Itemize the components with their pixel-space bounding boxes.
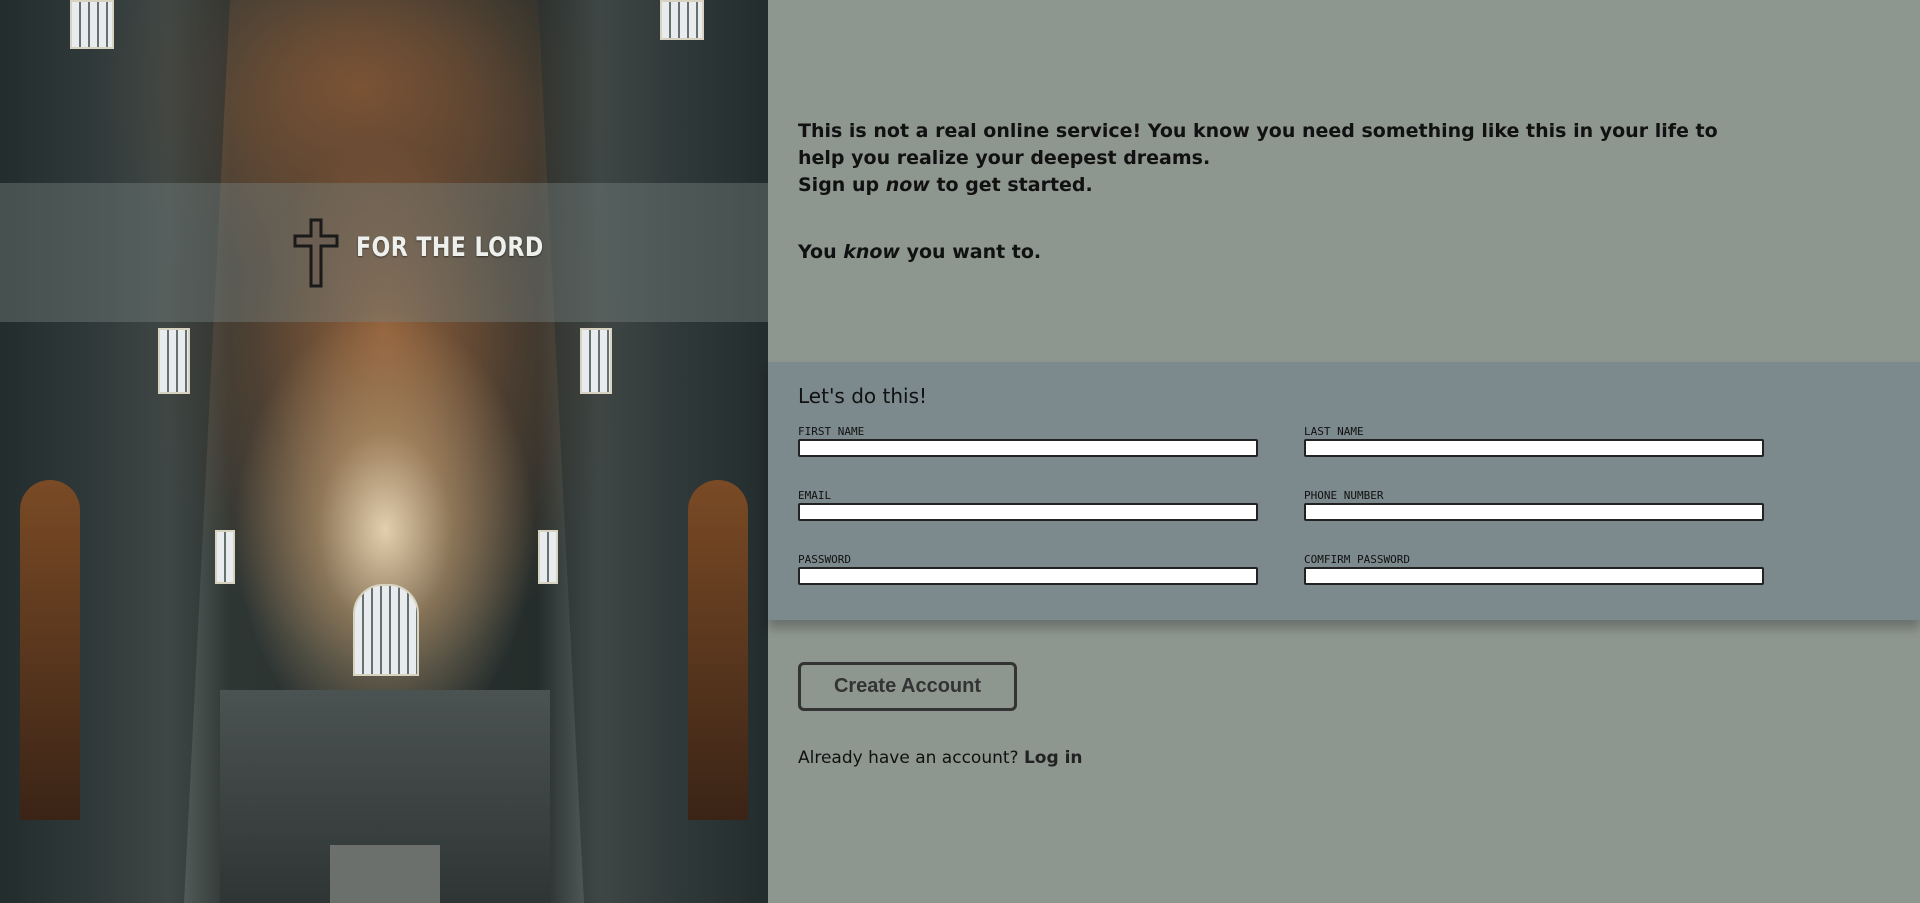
signup-line: Sign up now to get started.	[798, 172, 1758, 199]
first-name-input[interactable]	[798, 439, 1258, 457]
signup-form: Let's do this! FIRST NAME LAST NAME EMAI…	[768, 362, 1920, 620]
confirm-password-label: COMFIRM PASSWORD	[1304, 553, 1410, 566]
last-name-input[interactable]	[1304, 439, 1764, 457]
login-prompt-text: Already have an account?	[798, 748, 1024, 768]
know-emphasis: know	[843, 241, 900, 263]
know-suffix: you want to.	[900, 241, 1042, 263]
hero-left-arch	[20, 480, 80, 820]
phone-label: PHONE NUMBER	[1304, 489, 1384, 502]
know-line: You know you want to.	[798, 239, 1758, 266]
last-name-label: LAST NAME	[1304, 425, 1364, 438]
first-name-field: FIRST NAME	[798, 426, 1258, 457]
first-name-label: FIRST NAME	[798, 425, 865, 438]
hero-window	[215, 530, 235, 584]
confirm-password-field: COMFIRM PASSWORD	[1304, 554, 1764, 585]
form-title: Let's do this!	[798, 384, 928, 408]
hero-window	[70, 0, 114, 49]
phone-field: PHONE NUMBER	[1304, 490, 1764, 521]
email-field: EMAIL	[798, 490, 1258, 521]
hero-window	[538, 530, 558, 584]
know-prefix: You	[798, 241, 844, 263]
hero-right-arch	[688, 480, 748, 820]
confirm-password-input[interactable]	[1304, 567, 1764, 585]
signup-emphasis: now	[885, 174, 930, 196]
intro-text: This is not a real online service! You k…	[798, 118, 1758, 266]
hero-plaque	[330, 845, 440, 903]
email-label: EMAIL	[798, 489, 832, 502]
hero-window	[353, 584, 419, 676]
cross-icon	[293, 218, 339, 288]
signup-prefix: Sign up	[798, 174, 886, 196]
hero-window	[158, 328, 190, 394]
email-input[interactable]	[798, 503, 1258, 521]
hero-window	[660, 0, 704, 40]
password-field: PASSWORD	[798, 554, 1258, 585]
brand-name: FOR THE LORD	[356, 232, 544, 263]
last-name-field: LAST NAME	[1304, 426, 1764, 457]
password-label: PASSWORD	[798, 553, 851, 566]
signup-suffix: to get started.	[929, 174, 1093, 196]
phone-input[interactable]	[1304, 503, 1764, 521]
intro-paragraph: This is not a real online service! You k…	[798, 120, 1718, 169]
login-prompt: Already have an account? Log in	[798, 748, 1083, 768]
hero-image	[0, 0, 768, 903]
password-input[interactable]	[798, 567, 1258, 585]
login-link[interactable]: Log in	[1024, 748, 1083, 768]
hero-window	[580, 328, 612, 394]
create-account-button[interactable]: Create Account	[798, 662, 1017, 711]
